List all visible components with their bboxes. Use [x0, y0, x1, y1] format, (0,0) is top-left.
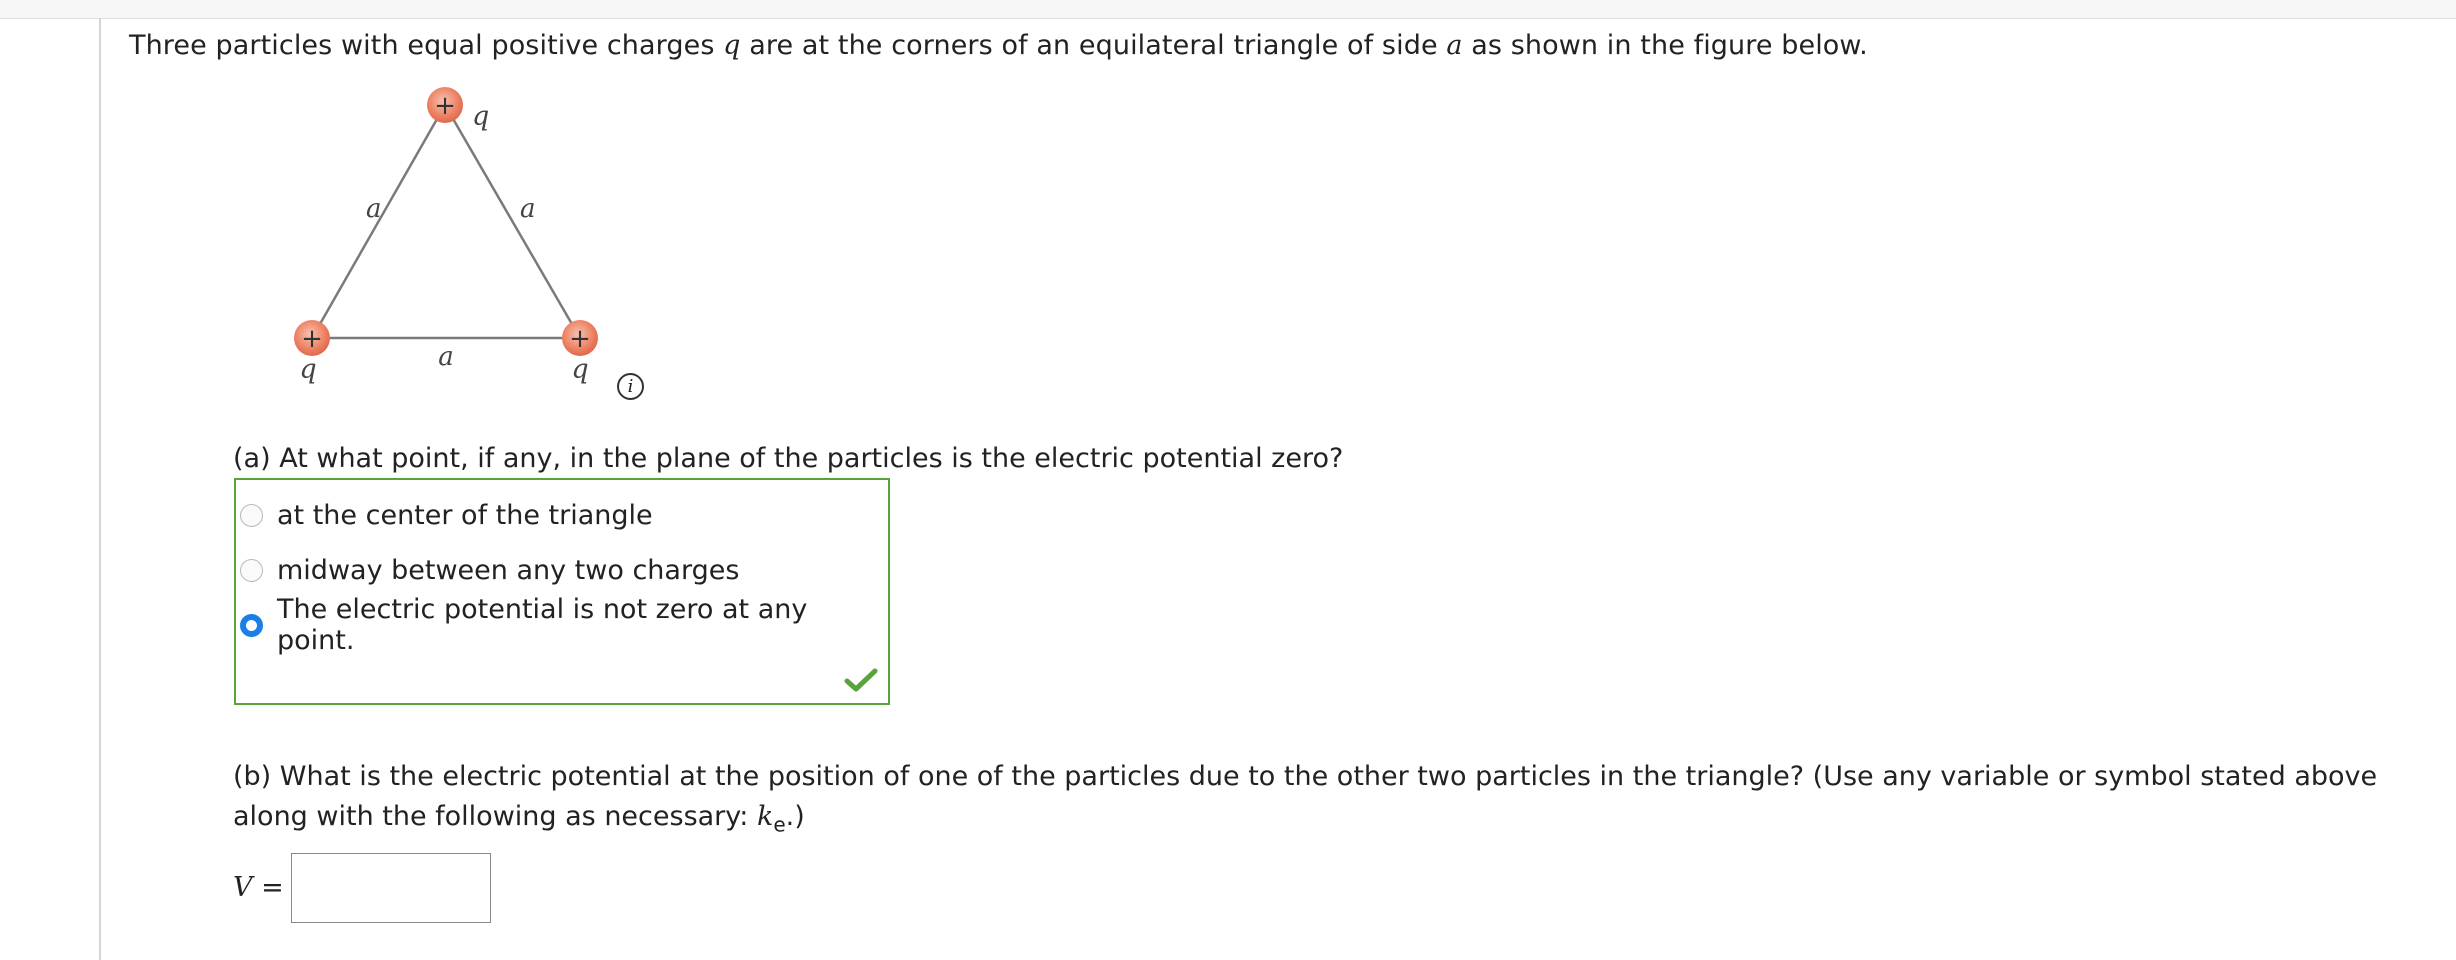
var-a: a	[1446, 30, 1463, 61]
option-label: at the center of the triangle	[277, 499, 653, 531]
label-a-bottom: a	[438, 342, 454, 372]
var-v: V	[233, 872, 253, 903]
label-q-top: q	[472, 101, 489, 132]
radio-center[interactable]	[240, 503, 263, 527]
option-center[interactable]: at the center of the triangle	[240, 495, 653, 535]
subscript-e: e	[773, 812, 786, 837]
answer-input[interactable]	[291, 853, 491, 923]
label-q-right: q	[571, 354, 588, 385]
answer-label: V =	[233, 872, 284, 903]
triangle-sides	[310, 104, 582, 340]
question-b-prompt: (b) What is the electric potential at th…	[233, 761, 2378, 837]
svg-text:+: +	[569, 324, 591, 354]
problem-statement: Three particles with equal positive char…	[129, 30, 1868, 61]
svg-text:+: +	[301, 324, 323, 354]
label-a-right: a	[520, 194, 536, 224]
charge-bottom-left: +	[294, 320, 330, 356]
radio-midway[interactable]	[240, 558, 263, 582]
triangle-figure: + + + q q q a a a	[294, 87, 598, 385]
var-k: k	[756, 801, 774, 832]
side-right	[443, 104, 582, 339]
option-midway[interactable]: midway between any two charges	[240, 550, 739, 590]
option-label: The electric potential is not zero at an…	[277, 594, 808, 656]
charge-bottom-right: +	[562, 320, 598, 356]
charge-top: +	[427, 87, 463, 123]
option-label: midway between any two charges	[277, 554, 740, 586]
question-a-prompt: (a) At what point, if any, in the plane …	[233, 443, 1344, 474]
label-a-left: a	[366, 194, 382, 224]
svg-text:+: +	[434, 91, 456, 121]
var-q: q	[723, 30, 741, 61]
question-a-answer-box: at the center of the triangle midway bet…	[234, 478, 890, 705]
radio-not-zero-selected[interactable]	[240, 613, 263, 637]
option-not-zero[interactable]: The electric potential is not zero at an…	[240, 594, 888, 656]
left-divider	[99, 18, 101, 960]
top-bar	[0, 0, 2456, 19]
label-q-left: q	[299, 354, 316, 385]
info-icon[interactable]: i	[617, 373, 644, 400]
check-icon	[844, 668, 878, 692]
